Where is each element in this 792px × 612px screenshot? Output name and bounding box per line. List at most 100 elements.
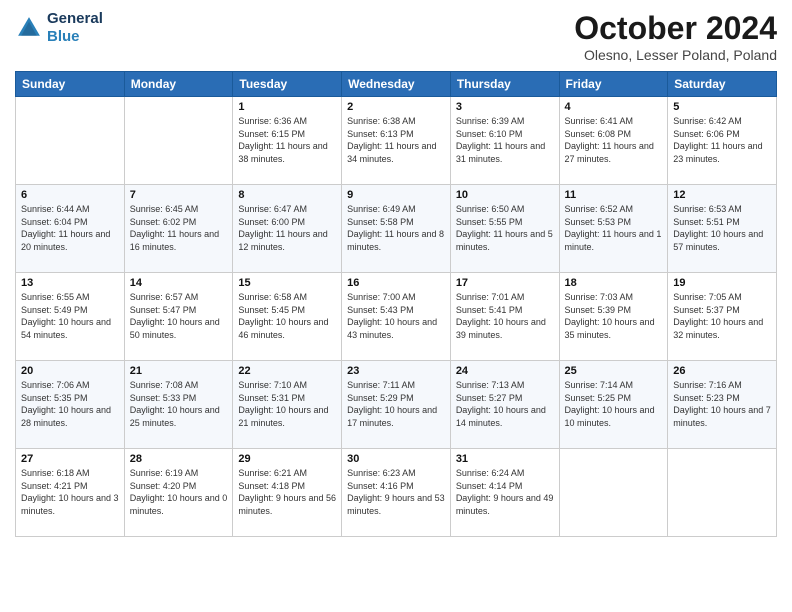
calendar-cell: 22 Sunrise: 7:10 AM Sunset: 5:31 PM Dayli…: [233, 361, 342, 449]
cell-text: Sunrise: 6:19 AM Sunset: 4:20 PM Dayligh…: [130, 467, 228, 517]
calendar-cell: 15 Sunrise: 6:58 AM Sunset: 5:45 PM Dayli…: [233, 273, 342, 361]
day-header-thursday: Thursday: [450, 72, 559, 97]
calendar-cell: 1 Sunrise: 6:36 AM Sunset: 6:15 PM Daylig…: [233, 97, 342, 185]
day-number: 29: [238, 453, 336, 465]
cell-text: Sunrise: 6:39 AM Sunset: 6:10 PM Dayligh…: [456, 115, 554, 165]
logo: General Blue: [15, 10, 103, 46]
calendar-week-5: 27 Sunrise: 6:18 AM Sunset: 4:21 PM Dayli…: [16, 449, 777, 537]
logo-icon: [15, 14, 43, 42]
calendar-cell: 16 Sunrise: 7:00 AM Sunset: 5:43 PM Dayli…: [342, 273, 451, 361]
day-number: 4: [565, 101, 663, 113]
cell-text: Sunrise: 7:14 AM Sunset: 5:25 PM Dayligh…: [565, 379, 663, 429]
calendar-cell: 20Sunrise: 7:06 AM Sunset: 5:35 PM Dayli…: [16, 361, 125, 449]
calendar-cell: 18 Sunrise: 7:03 AM Sunset: 5:39 PM Dayli…: [559, 273, 668, 361]
calendar-cell: 21 Sunrise: 7:08 AM Sunset: 5:33 PM Dayli…: [124, 361, 233, 449]
cell-text: Sunrise: 7:16 AM Sunset: 5:23 PM Dayligh…: [673, 379, 771, 429]
cell-text: Sunrise: 6:47 AM Sunset: 6:00 PM Dayligh…: [238, 203, 336, 253]
cell-text: Sunrise: 6:57 AM Sunset: 5:47 PM Dayligh…: [130, 291, 228, 341]
calendar-cell: 25 Sunrise: 7:14 AM Sunset: 5:25 PM Dayli…: [559, 361, 668, 449]
day-number: 24: [456, 365, 554, 377]
day-header-tuesday: Tuesday: [233, 72, 342, 97]
calendar-cell: 9Sunrise: 6:49 AM Sunset: 5:58 PM Daylig…: [342, 185, 451, 273]
logo-text: General Blue: [47, 10, 103, 46]
calendar-cell: 13 Sunrise: 6:55 AM Sunset: 5:49 PM Dayli…: [16, 273, 125, 361]
cell-text: Sunrise: 7:03 AM Sunset: 5:39 PM Dayligh…: [565, 291, 663, 341]
day-number: 15: [238, 277, 336, 289]
cell-text: Sunrise: 6:55 AM Sunset: 5:49 PM Dayligh…: [21, 291, 119, 341]
calendar-cell: 28 Sunrise: 6:19 AM Sunset: 4:20 PM Dayli…: [124, 449, 233, 537]
calendar-week-1: 1 Sunrise: 6:36 AM Sunset: 6:15 PM Daylig…: [16, 97, 777, 185]
calendar-cell: 14Sunrise: 6:57 AM Sunset: 5:47 PM Dayli…: [124, 273, 233, 361]
day-number: 18: [565, 277, 663, 289]
day-number: 13: [21, 277, 119, 289]
calendar-cell: 3 Sunrise: 6:39 AM Sunset: 6:10 PM Daylig…: [450, 97, 559, 185]
cell-text: Sunrise: 6:50 AM Sunset: 5:55 PM Dayligh…: [456, 203, 554, 253]
cell-text: Sunrise: 7:00 AM Sunset: 5:43 PM Dayligh…: [347, 291, 445, 341]
day-number: 25: [565, 365, 663, 377]
calendar: SundayMondayTuesdayWednesdayThursdayFrid…: [15, 71, 777, 537]
logo-line2: Blue: [47, 28, 80, 45]
calendar-week-2: 6Sunrise: 6:44 AM Sunset: 6:04 PM Daylig…: [16, 185, 777, 273]
day-number: 31: [456, 453, 554, 465]
day-number: 23: [347, 365, 445, 377]
cell-text: Sunrise: 6:38 AM Sunset: 6:13 PM Dayligh…: [347, 115, 445, 165]
location: Olesno, Lesser Poland, Poland: [574, 47, 777, 63]
day-number: 12: [673, 189, 771, 201]
day-number: 19: [673, 277, 771, 289]
cell-text: Sunrise: 6:36 AM Sunset: 6:15 PM Dayligh…: [238, 115, 336, 165]
cell-text: Sunrise: 7:11 AM Sunset: 5:29 PM Dayligh…: [347, 379, 445, 429]
day-number: 5: [673, 101, 771, 113]
day-number: 22: [238, 365, 336, 377]
day-number: 11: [565, 189, 663, 201]
cell-text: Sunrise: 7:05 AM Sunset: 5:37 PM Dayligh…: [673, 291, 771, 341]
cell-text: Sunrise: 6:23 AM Sunset: 4:16 PM Dayligh…: [347, 467, 445, 517]
calendar-week-3: 13 Sunrise: 6:55 AM Sunset: 5:49 PM Dayli…: [16, 273, 777, 361]
cell-text: Sunrise: 6:49 AM Sunset: 5:58 PM Dayligh…: [347, 203, 445, 253]
cell-text: Sunrise: 6:45 AM Sunset: 6:02 PM Dayligh…: [130, 203, 228, 253]
calendar-cell: [16, 97, 125, 185]
header: General Blue October 2024 Olesno, Lesser…: [15, 10, 777, 63]
page: General Blue October 2024 Olesno, Lesser…: [0, 0, 792, 612]
day-number: 1: [238, 101, 336, 113]
cell-text: Sunrise: 7:10 AM Sunset: 5:31 PM Dayligh…: [238, 379, 336, 429]
calendar-cell: 10 Sunrise: 6:50 AM Sunset: 5:55 PM Dayli…: [450, 185, 559, 273]
day-number: 21: [130, 365, 228, 377]
day-number: 30: [347, 453, 445, 465]
calendar-cell: [559, 449, 668, 537]
cell-text: Sunrise: 6:21 AM Sunset: 4:18 PM Dayligh…: [238, 467, 336, 517]
day-number: 27: [21, 453, 119, 465]
cell-text: Sunrise: 7:08 AM Sunset: 5:33 PM Dayligh…: [130, 379, 228, 429]
day-number: 8: [238, 189, 336, 201]
calendar-cell: 12 Sunrise: 6:53 AM Sunset: 5:51 PM Dayli…: [668, 185, 777, 273]
day-number: 28: [130, 453, 228, 465]
calendar-cell: 7 Sunrise: 6:45 AM Sunset: 6:02 PM Daylig…: [124, 185, 233, 273]
day-header-saturday: Saturday: [668, 72, 777, 97]
calendar-cell: 29 Sunrise: 6:21 AM Sunset: 4:18 PM Dayli…: [233, 449, 342, 537]
day-number: 3: [456, 101, 554, 113]
cell-text: Sunrise: 7:01 AM Sunset: 5:41 PM Dayligh…: [456, 291, 554, 341]
month-title: October 2024: [574, 10, 777, 47]
cell-text: Sunrise: 6:18 AM Sunset: 4:21 PM Dayligh…: [21, 467, 119, 517]
calendar-cell: [668, 449, 777, 537]
calendar-cell: 4Sunrise: 6:41 AM Sunset: 6:08 PM Daylig…: [559, 97, 668, 185]
calendar-header-row: SundayMondayTuesdayWednesdayThursdayFrid…: [16, 72, 777, 97]
cell-text: Sunrise: 6:58 AM Sunset: 5:45 PM Dayligh…: [238, 291, 336, 341]
calendar-cell: 24 Sunrise: 7:13 AM Sunset: 5:27 PM Dayli…: [450, 361, 559, 449]
cell-text: Sunrise: 6:24 AM Sunset: 4:14 PM Dayligh…: [456, 467, 554, 517]
title-area: October 2024 Olesno, Lesser Poland, Pola…: [574, 10, 777, 63]
calendar-cell: 8 Sunrise: 6:47 AM Sunset: 6:00 PM Daylig…: [233, 185, 342, 273]
day-number: 26: [673, 365, 771, 377]
day-number: 6: [21, 189, 119, 201]
cell-text: Sunrise: 6:53 AM Sunset: 5:51 PM Dayligh…: [673, 203, 771, 253]
cell-text: Sunrise: 7:13 AM Sunset: 5:27 PM Dayligh…: [456, 379, 554, 429]
day-number: 7: [130, 189, 228, 201]
calendar-cell: 2 Sunrise: 6:38 AM Sunset: 6:13 PM Daylig…: [342, 97, 451, 185]
day-number: 20: [21, 365, 119, 377]
cell-text: Sunrise: 6:52 AM Sunset: 5:53 PM Dayligh…: [565, 203, 663, 253]
day-number: 2: [347, 101, 445, 113]
calendar-cell: 11 Sunrise: 6:52 AM Sunset: 5:53 PM Dayli…: [559, 185, 668, 273]
day-number: 10: [456, 189, 554, 201]
day-header-friday: Friday: [559, 72, 668, 97]
cell-text: Sunrise: 6:42 AM Sunset: 6:06 PM Dayligh…: [673, 115, 771, 165]
day-number: 16: [347, 277, 445, 289]
